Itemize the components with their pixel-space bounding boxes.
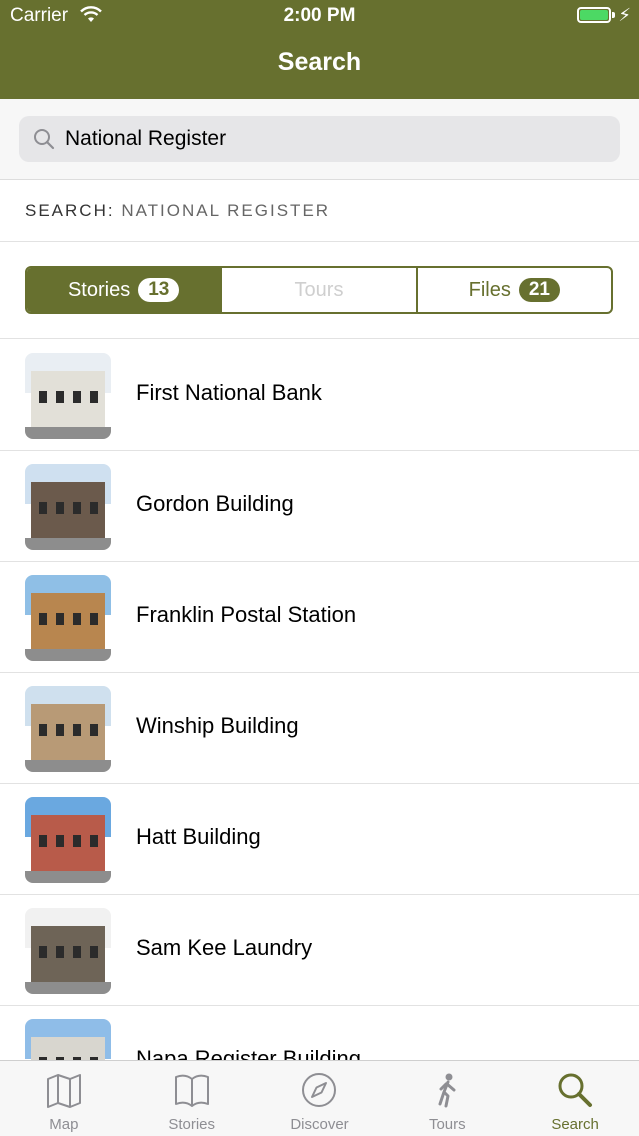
thumbnail-window	[56, 724, 64, 736]
tab-bar: Map Stories Discover Tours Search	[0, 1060, 639, 1136]
charging-icon: ⚡	[618, 5, 631, 25]
list-item[interactable]: Gordon Building	[0, 451, 639, 562]
thumbnail-window	[39, 724, 47, 736]
list-item[interactable]: Hatt Building	[0, 784, 639, 895]
thumbnail-image	[25, 686, 111, 772]
thumbnail-image	[25, 575, 111, 661]
thumbnail-window	[73, 835, 81, 847]
tab-stories[interactable]: Stories	[128, 1061, 256, 1136]
page-title: Search	[277, 48, 362, 76]
thumbnail-window	[56, 946, 64, 958]
thumbnail-window	[39, 946, 47, 958]
list-item-title: Gordon Building	[136, 491, 294, 516]
book-icon	[174, 1074, 209, 1107]
search-icon	[558, 1073, 593, 1107]
thumbnail-window	[90, 391, 98, 403]
search-query-label: SEARCH: NATIONAL REGISTER	[25, 201, 330, 221]
thumbnail-window	[73, 946, 81, 958]
list-item-title: Napa Register Building	[136, 1046, 362, 1060]
navigation-header: Carrier 2:00 PM ⚡ Search	[0, 0, 639, 99]
thumbnail-window	[73, 724, 81, 736]
list-item[interactable]: Franklin Postal Station	[0, 562, 639, 673]
tab-tours[interactable]: Tours	[383, 1061, 511, 1136]
tab-stories-label: Stories	[168, 1116, 216, 1133]
tab-search-label: Search	[551, 1116, 599, 1133]
thumbnail-window	[39, 502, 47, 514]
list-item-title: Hatt Building	[136, 824, 261, 849]
thumbnail-image	[25, 797, 111, 883]
thumbnail-window	[90, 835, 98, 847]
tab-tours-label: Tours	[428, 1116, 466, 1133]
tab-map-label: Map	[49, 1116, 79, 1133]
compass-icon	[302, 1073, 337, 1107]
thumbnail-window	[56, 391, 64, 403]
segment-tours[interactable]: Tours	[220, 268, 415, 312]
thumbnail-image	[25, 353, 111, 439]
thumbnail-window	[39, 391, 47, 403]
thumbnail-window	[56, 613, 64, 625]
walking-icon	[438, 1073, 456, 1108]
search-bar-container: National Register	[0, 99, 639, 180]
search-field-icon	[34, 129, 55, 150]
segment-files[interactable]: Files 21	[415, 268, 611, 312]
thumbnail-image	[25, 908, 111, 994]
list-item[interactable]: Napa Register Building	[0, 1006, 639, 1060]
list-item[interactable]: First National Bank	[0, 340, 639, 451]
thumbnail-window	[90, 502, 98, 514]
segment-tours-label: Tours	[294, 278, 344, 301]
tab-search[interactable]: Search	[511, 1061, 639, 1136]
clock: 2:00 PM	[283, 5, 356, 26]
segment-files-count: 21	[518, 278, 560, 302]
tab-discover-label: Discover	[290, 1116, 349, 1133]
thumbnail-window	[56, 835, 64, 847]
thumbnail-window	[90, 613, 98, 625]
list-item-title: Winship Building	[136, 713, 299, 738]
result-type-segmented-control: Stories 13 Tours Files 21	[25, 266, 613, 314]
list-item-title: Sam Kee Laundry	[136, 935, 313, 960]
status-bar: Carrier 2:00 PM ⚡	[0, 0, 639, 34]
thumbnail-window	[90, 724, 98, 736]
thumbnail-image	[25, 464, 111, 550]
thumbnail-window	[39, 835, 47, 847]
segment-stories[interactable]: Stories 13	[27, 268, 221, 312]
results-list: First National Bank Gordon Building Fran…	[0, 340, 639, 1060]
search-input[interactable]: National Register	[19, 116, 620, 162]
tab-discover[interactable]: Discover	[256, 1061, 384, 1136]
tab-map[interactable]: Map	[0, 1061, 128, 1136]
thumbnail-window	[73, 391, 81, 403]
thumbnail-image	[25, 1019, 111, 1060]
segment-stories-label: Stories	[67, 278, 131, 301]
list-item-title: First National Bank	[136, 380, 322, 405]
list-item-title: Franklin Postal Station	[136, 602, 357, 627]
battery-icon	[577, 7, 611, 23]
segment-stories-count: 13	[138, 278, 180, 302]
thumbnail-window	[39, 613, 47, 625]
list-item[interactable]: Sam Kee Laundry	[0, 895, 639, 1006]
thumbnail-window	[90, 946, 98, 958]
segment-files-label: Files	[468, 278, 511, 301]
thumbnail-window	[73, 613, 81, 625]
query-prefix: SEARCH:	[25, 201, 115, 220]
thumbnail-window	[56, 502, 64, 514]
query-term: NATIONAL REGISTER	[121, 201, 331, 220]
search-input-value[interactable]: National Register	[65, 127, 226, 151]
battery-tip	[612, 12, 615, 18]
divider	[0, 241, 639, 242]
map-icon	[46, 1074, 81, 1108]
list-item[interactable]: Winship Building	[0, 673, 639, 784]
thumbnail-window	[73, 502, 81, 514]
divider	[0, 338, 639, 339]
